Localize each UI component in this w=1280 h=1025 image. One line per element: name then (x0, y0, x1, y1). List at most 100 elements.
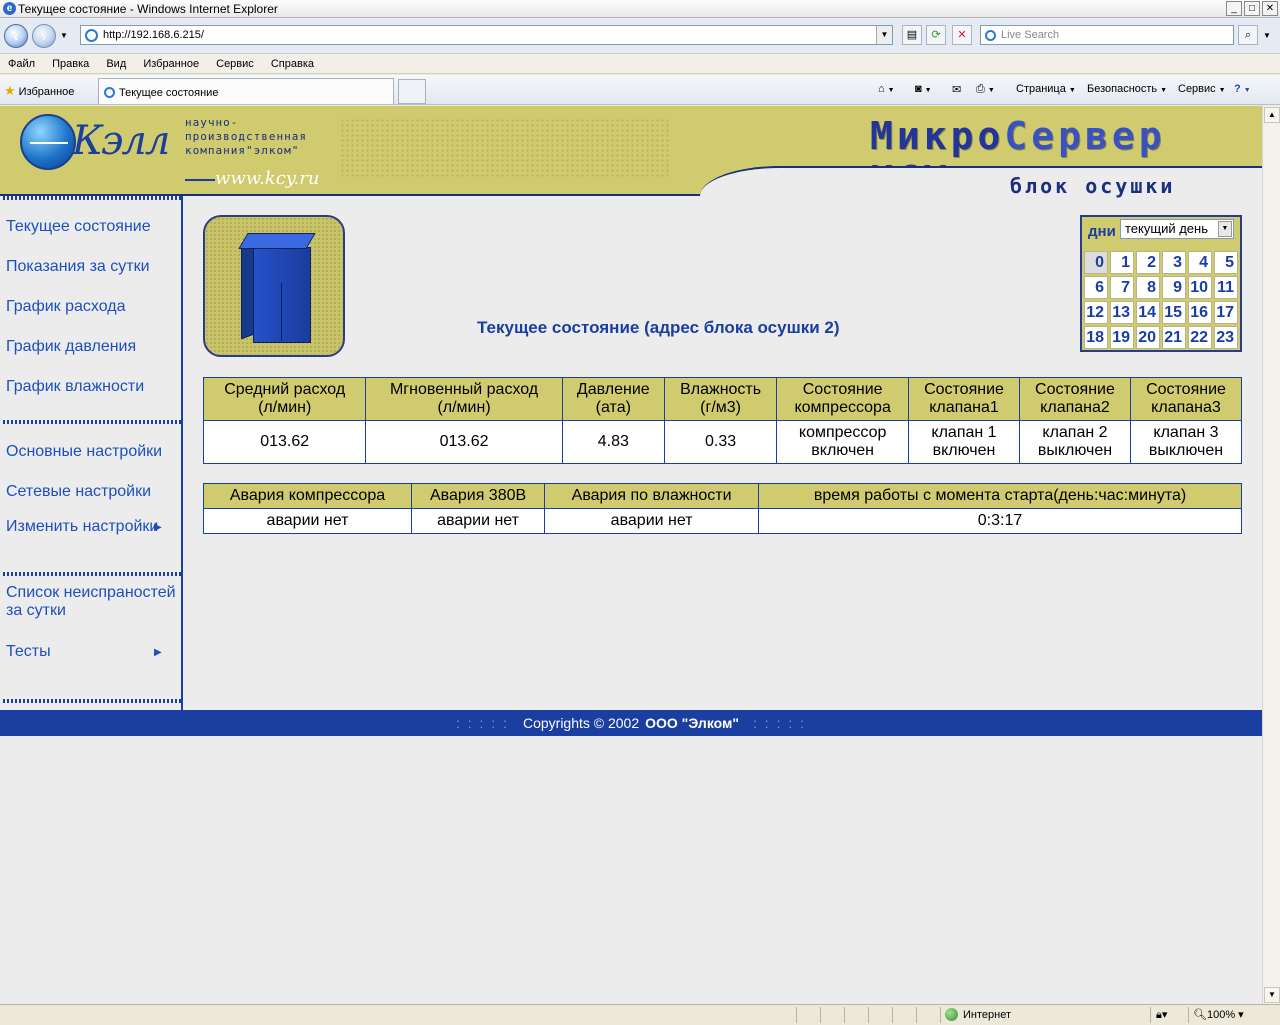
favorites-button[interactable]: ★ Избранное (4, 83, 74, 99)
nav-network-settings[interactable]: Сетевые настройки (6, 483, 151, 501)
day-cell[interactable]: 14 (1136, 301, 1160, 324)
column-header-text: (л/мин) (258, 399, 312, 416)
mail-icon[interactable]: ✉ (952, 83, 961, 96)
address-input[interactable]: http://192.168.6.215/ ▼ (80, 25, 893, 45)
column-header: Состояние компрессора (776, 377, 909, 421)
nav-humidity-chart[interactable]: График влажности (6, 378, 144, 396)
menu-bar: Файл Правка Вид Избранное Сервис Справка (0, 54, 1280, 74)
column-header-text: клапана2 (1040, 399, 1110, 416)
nav-faults-list[interactable]: Список неиспраностей за сутки (6, 584, 178, 620)
day-cell[interactable]: 6 (1084, 276, 1108, 299)
page-menu[interactable]: Страница ▼ (1016, 83, 1076, 95)
compatibility-icon[interactable]: ▤ (902, 25, 922, 45)
globe-icon (945, 1008, 958, 1021)
nav-current-state[interactable]: Текущее состояние (6, 218, 151, 236)
menu-tools[interactable]: Сервис (209, 54, 261, 74)
home-icon[interactable]: ⌂ ▼ (878, 83, 895, 95)
menu-help[interactable]: Справка (264, 54, 321, 74)
day-cell[interactable]: 20 (1136, 326, 1160, 349)
day-cell[interactable]: 1 (1110, 251, 1134, 274)
zoom-control[interactable]: 🔍︎100% ▾ (1193, 1005, 1244, 1025)
back-button[interactable]: ‹ (4, 24, 28, 48)
day-cell[interactable]: 22 (1188, 326, 1212, 349)
scroll-up-icon[interactable]: ▲ (1264, 107, 1280, 123)
page-icon (85, 29, 98, 42)
day-cell[interactable]: 11 (1214, 276, 1238, 299)
refresh-icon[interactable]: ⟳ (926, 25, 946, 45)
day-range-select[interactable]: текущий день ▼ (1120, 219, 1234, 239)
table-cell: аварии нет (410, 508, 546, 534)
day-cell[interactable]: 2 (1136, 251, 1160, 274)
day-cell[interactable]: 0 (1084, 251, 1108, 274)
day-cell[interactable]: 15 (1162, 301, 1186, 324)
page-menu-label: Страница (1016, 83, 1066, 95)
day-cell[interactable]: 19 (1110, 326, 1134, 349)
day-cell[interactable]: 5 (1214, 251, 1238, 274)
column-header: Состояние клапана3 (1129, 377, 1243, 421)
vertical-scrollbar[interactable]: ▲ ▼ (1262, 106, 1280, 1004)
day-cell[interactable]: 16 (1188, 301, 1212, 324)
day-cell[interactable]: 12 (1084, 301, 1108, 324)
forward-button[interactable]: › (32, 24, 56, 48)
nav-change-settings[interactable]: Изменить настройки (6, 518, 158, 536)
nav-flow-chart[interactable]: График расхода (6, 298, 126, 316)
feeds-icon[interactable]: ◙ ▼ (915, 83, 932, 95)
day-cell[interactable]: 23 (1214, 326, 1238, 349)
status-divider (1188, 1007, 1189, 1023)
day-cell[interactable]: 10 (1188, 276, 1212, 299)
product-title-part-2: Сервер (1004, 114, 1166, 158)
protected-mode-icon[interactable]: 🔒︎▾ (1156, 1005, 1167, 1025)
nav-tests[interactable]: Тесты (6, 643, 51, 661)
print-icon[interactable]: ⎙ ▼ (976, 83, 995, 96)
column-header-text: компрессора (794, 399, 891, 416)
tools-menu[interactable]: Сервис ▼ (1178, 83, 1226, 95)
alarm-table: Авария компрессора Авария 380В Авария по в… (203, 483, 1242, 534)
new-tab-button[interactable] (398, 79, 426, 104)
close-button[interactable]: ✕ (1262, 1, 1278, 16)
column-header-text: Мгновенный расход (389, 381, 539, 398)
history-dropdown-icon[interactable]: ▼ (60, 31, 68, 40)
safety-menu[interactable]: Безопасность ▼ (1087, 83, 1167, 95)
favorites-bar: ★ Избранное Текущее состояние ⌂ ▼ ◙ ▼ ✉ ⎙ ▼ … (0, 75, 1280, 105)
menu-view[interactable]: Вид (99, 54, 133, 74)
device-image (203, 215, 345, 357)
day-cell[interactable]: 3 (1162, 251, 1186, 274)
scroll-down-icon[interactable]: ▼ (1264, 987, 1280, 1003)
search-input[interactable]: Live Search (980, 25, 1234, 45)
menu-favorites[interactable]: Избранное (136, 54, 206, 74)
menu-edit[interactable]: Правка (45, 54, 96, 74)
day-cell[interactable]: 4 (1188, 251, 1212, 274)
help-icon[interactable]: ? ▼ (1234, 83, 1251, 95)
security-zone[interactable]: Интернет (945, 1005, 1011, 1025)
search-options-icon[interactable]: ▼ (1263, 31, 1271, 40)
day-cell[interactable]: 18 (1084, 326, 1108, 349)
day-cell[interactable]: 17 (1214, 301, 1238, 324)
nav-basic-settings[interactable]: Основные настройки (6, 443, 162, 461)
address-dropdown-icon[interactable]: ▼ (876, 26, 892, 44)
day-cell[interactable]: 9 (1162, 276, 1186, 299)
nav-daily-readings[interactable]: Показания за сутки (6, 258, 150, 276)
maximize-button[interactable]: □ (1244, 1, 1260, 16)
stop-icon[interactable]: ✕ (952, 25, 972, 45)
column-header-text: клапана3 (1151, 399, 1221, 416)
table-cell-text: включен (932, 442, 996, 459)
nav-pressure-chart[interactable]: График давления (6, 338, 136, 356)
column-header: Авария 380В (410, 483, 546, 509)
search-go-icon[interactable]: ⌕ (1238, 25, 1258, 45)
day-cell[interactable]: 21 (1162, 326, 1186, 349)
safety-menu-label: Безопасность (1087, 83, 1158, 95)
browser-tab[interactable]: Текущее состояние (98, 78, 394, 104)
company-line-2: производственная (185, 130, 307, 143)
table-cell-text: клапан 2 (1042, 424, 1108, 441)
menu-file[interactable]: Файл (0, 54, 42, 74)
sidebar-divider (3, 420, 181, 424)
day-cell[interactable]: 8 (1136, 276, 1160, 299)
ie-app-icon: e (3, 2, 16, 15)
table-cell: аварии нет (203, 508, 412, 534)
day-cell[interactable]: 13 (1110, 301, 1134, 324)
day-cell[interactable]: 7 (1110, 276, 1134, 299)
column-header: Авария компрессора (203, 483, 412, 509)
table-cell-text: выключен (1037, 442, 1113, 459)
minimize-button[interactable]: _ (1226, 1, 1242, 16)
column-header-text: Средний расход (224, 381, 346, 398)
